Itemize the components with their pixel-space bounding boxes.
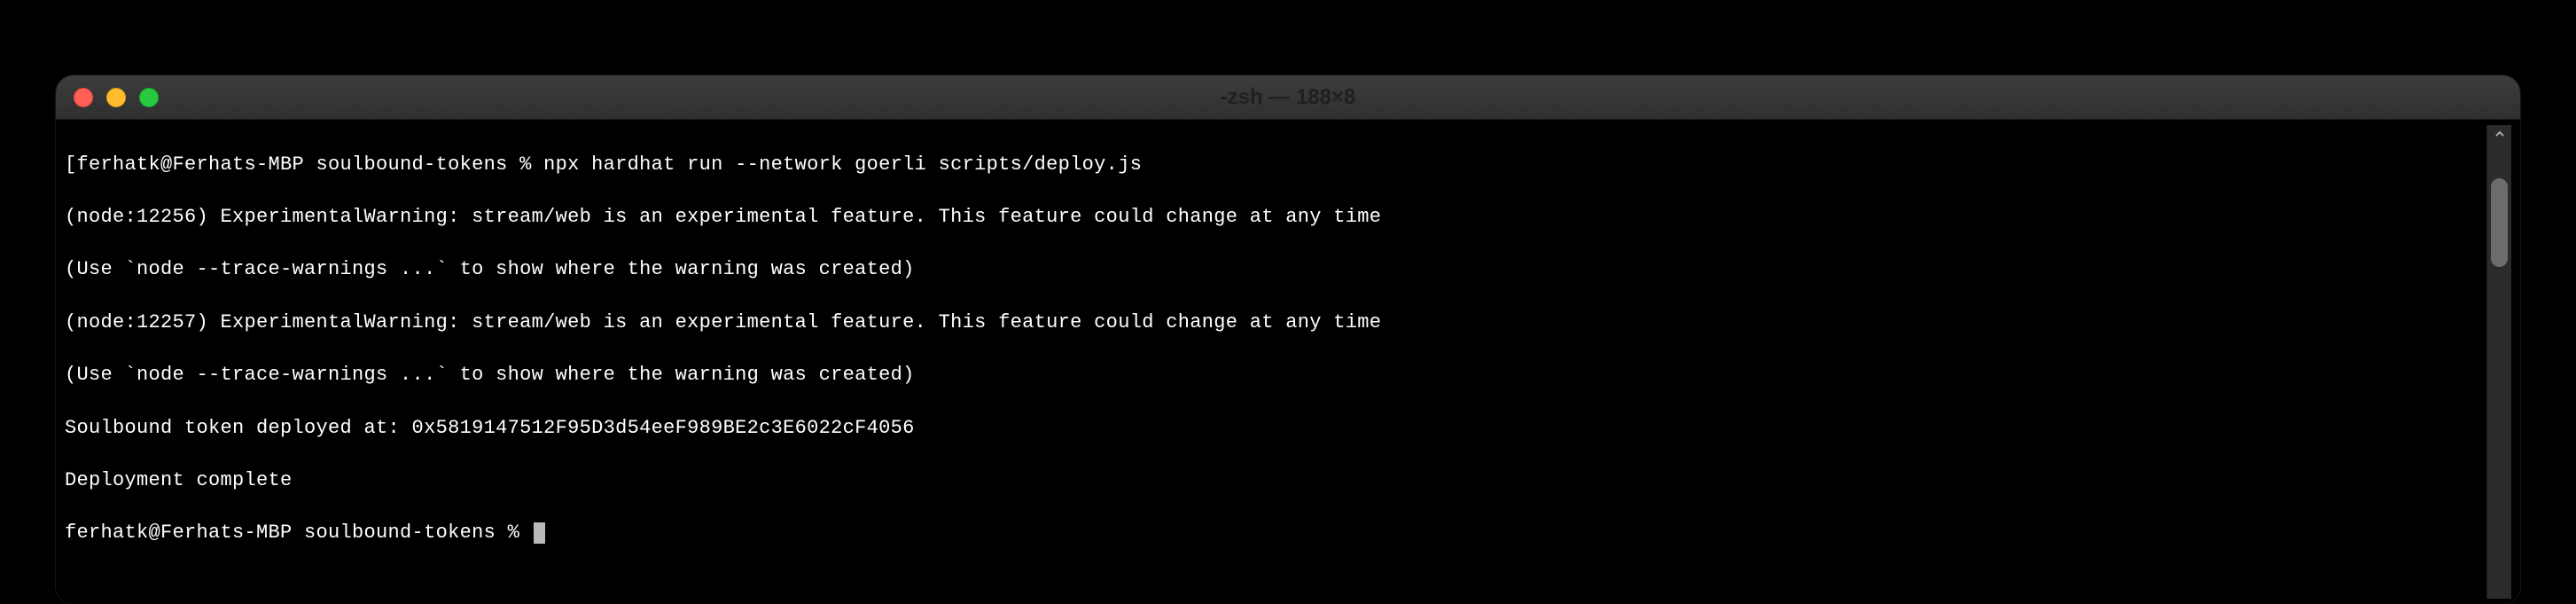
terminal-line: Deployment complete bbox=[65, 467, 2486, 494]
titlebar[interactable]: -zsh — 188×8 bbox=[56, 75, 2520, 120]
terminal-line: [ferhatk@Ferhats-MBP soulbound-tokens % … bbox=[65, 152, 2486, 178]
scroll-up-icon[interactable] bbox=[2487, 129, 2511, 139]
terminal-line: (node:12256) ExperimentalWarning: stream… bbox=[65, 204, 2486, 231]
terminal-line: (Use `node --trace-warnings ...` to show… bbox=[65, 256, 2486, 283]
terminal-text[interactable]: [ferhatk@Ferhats-MBP soulbound-tokens % … bbox=[65, 125, 2486, 599]
scrollbar[interactable] bbox=[2486, 125, 2511, 599]
terminal-line: Soulbound token deployed at: 0x581914751… bbox=[65, 415, 2486, 442]
scroll-thumb[interactable] bbox=[2491, 178, 2508, 267]
close-icon[interactable] bbox=[74, 88, 93, 107]
window-title: -zsh — 188×8 bbox=[1221, 85, 1356, 110]
maximize-icon[interactable] bbox=[139, 88, 159, 107]
terminal-prompt-line: ferhatk@Ferhats-MBP soulbound-tokens % bbox=[65, 520, 2486, 546]
minimize-icon[interactable] bbox=[106, 88, 126, 107]
traffic-lights bbox=[74, 88, 159, 107]
terminal-prompt: ferhatk@Ferhats-MBP soulbound-tokens % bbox=[65, 522, 532, 544]
terminal-window: -zsh — 188×8 [ferhatk@Ferhats-MBP soulbo… bbox=[56, 75, 2520, 604]
terminal-line: (node:12257) ExperimentalWarning: stream… bbox=[65, 310, 2486, 336]
cursor-icon bbox=[534, 522, 545, 544]
terminal-line: (Use `node --trace-warnings ...` to show… bbox=[65, 362, 2486, 388]
terminal-body[interactable]: [ferhatk@Ferhats-MBP soulbound-tokens % … bbox=[56, 120, 2520, 604]
